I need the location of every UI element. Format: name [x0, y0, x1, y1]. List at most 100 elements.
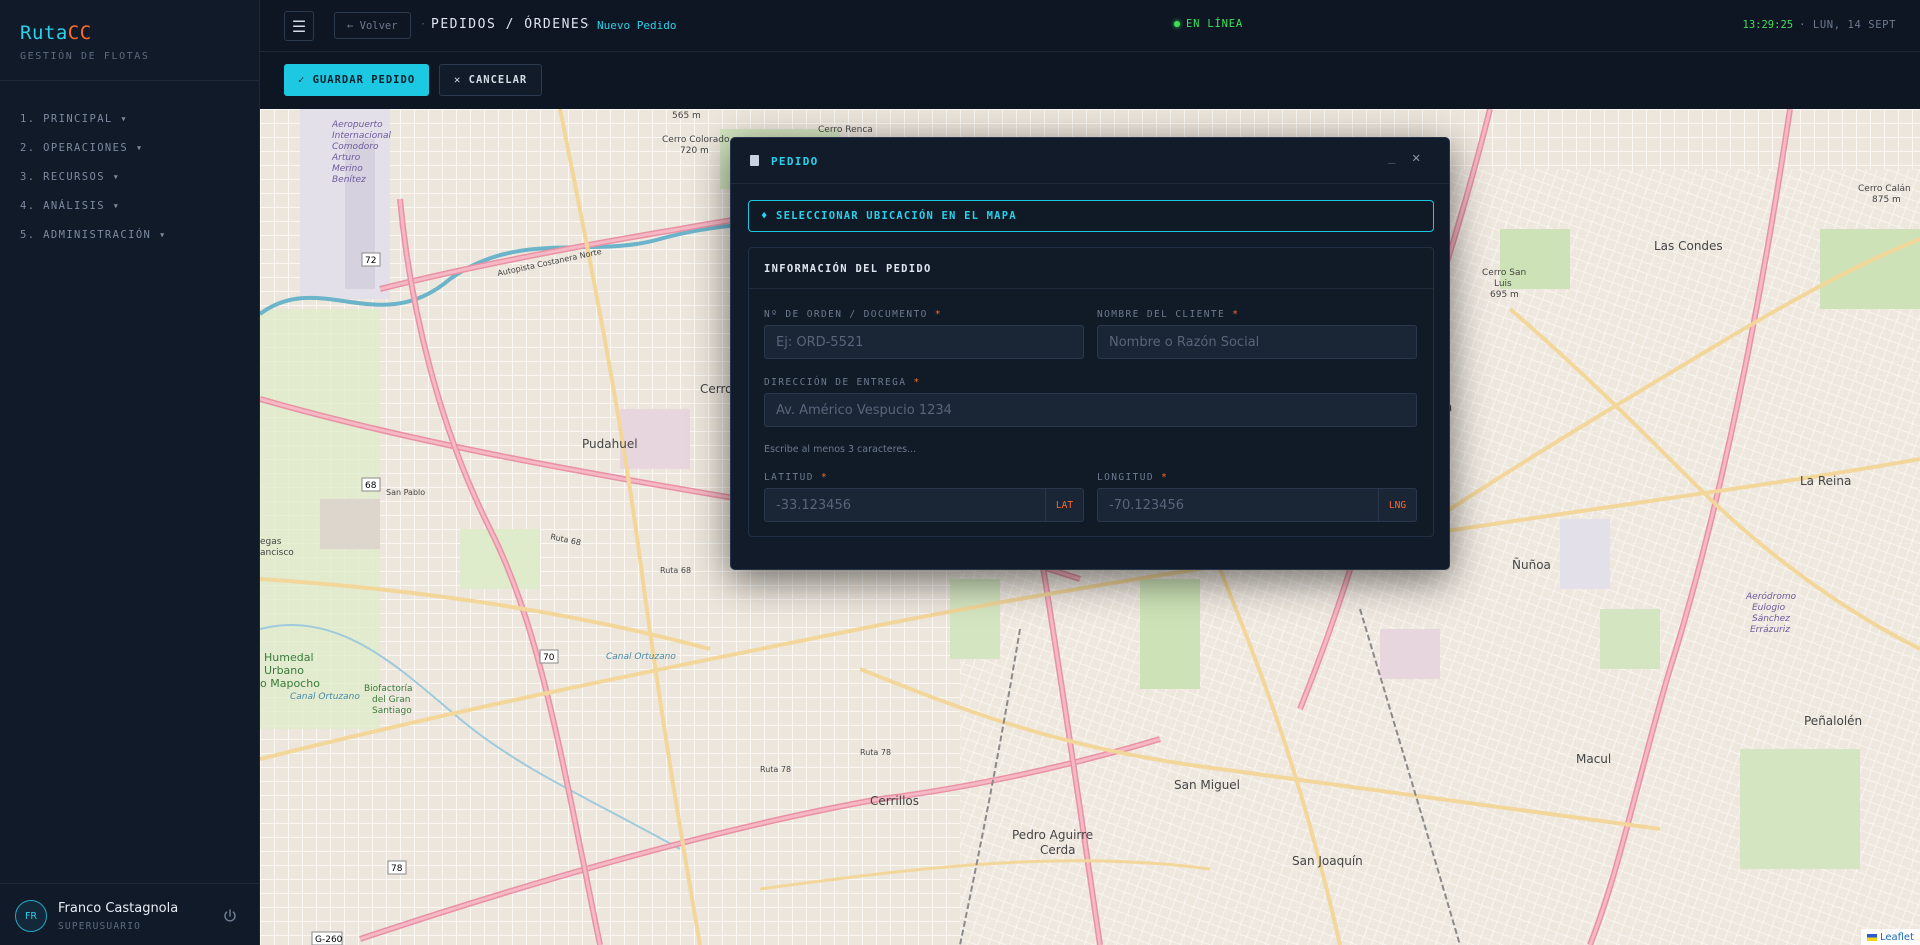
longitude-input[interactable]: -70.123456 LNG — [1097, 488, 1417, 522]
svg-text:Cerro San: Cerro San — [1482, 268, 1526, 278]
save-order-button[interactable]: ✓ GUARDAR PEDIDO — [284, 64, 430, 96]
svg-text:del Gran: del Gran — [372, 695, 411, 705]
clock-date: · LUN, 14 SEPT — [1799, 19, 1896, 31]
attribution-link[interactable]: Leaflet — [1880, 932, 1914, 943]
required-mark: * — [913, 377, 921, 388]
svg-text:o Mapocho: o Mapocho — [260, 677, 320, 690]
svg-text:72: 72 — [365, 256, 376, 266]
power-icon[interactable] — [222, 908, 238, 924]
address-label: DIRECCIÓN DE ENTREGA * — [764, 377, 921, 388]
svg-text:565 m: 565 m — [672, 111, 701, 121]
brand-subtitle: GESTIÓN DE FLOTAS — [20, 51, 150, 62]
svg-text:Eulogio: Eulogio — [1752, 603, 1786, 613]
svg-text:Cerro: Cerro — [700, 382, 733, 396]
breadcrumb-current: Nuevo Pedido — [597, 19, 677, 32]
svg-text:Ruta 78: Ruta 78 — [860, 748, 891, 757]
section-divider — [749, 288, 1433, 289]
status-dot-icon — [1174, 21, 1180, 27]
client-name-label-text: NOMBRE DEL CLIENTE — [1097, 309, 1226, 320]
svg-text:Canal Ortuzano: Canal Ortuzano — [290, 692, 360, 702]
latitude-placeholder: -33.123456 — [776, 497, 851, 513]
svg-text:ancisco: ancisco — [260, 548, 294, 558]
longitude-placeholder: -70.123456 — [1109, 497, 1184, 513]
nav-item-principal[interactable]: 1. PRINCIPAL ▾ — [20, 104, 167, 133]
longitude-label-text: LONGITUD — [1097, 472, 1154, 483]
required-mark: * — [1161, 472, 1169, 483]
svg-text:Urbano: Urbano — [264, 664, 304, 677]
required-mark: * — [934, 309, 942, 320]
order-number-label-text: Nº DE ORDEN / DOCUMENTO — [764, 309, 928, 320]
document-icon — [750, 155, 759, 166]
svg-text:Macul: Macul — [1576, 752, 1611, 766]
svg-text:egas: egas — [260, 537, 282, 547]
svg-text:Arturo: Arturo — [331, 153, 361, 163]
svg-text:Internacional: Internacional — [332, 131, 392, 141]
client-name-input[interactable]: Nombre o Razón Social — [1097, 325, 1417, 359]
svg-text:Peñalolén: Peñalolén — [1804, 714, 1862, 728]
latitude-label: LATITUD * — [764, 472, 828, 483]
user-panel: FR Franco Castagnola SUPERUSUARIO — [0, 883, 259, 945]
svg-text:G-260: G-260 — [315, 935, 343, 945]
nav-item-administracion[interactable]: 5. ADMINISTRACIÓN ▾ — [20, 220, 167, 249]
longitude-label: LONGITUD * — [1097, 472, 1168, 483]
map-attribution[interactable]: Leaflet — [1860, 929, 1920, 945]
top-bar: ☰ ← Volver · PEDIDOS / ÓRDENES › Nuevo P… — [260, 0, 1920, 52]
nav-item-recursos[interactable]: 3. RECURSOS ▾ — [20, 162, 167, 191]
svg-text:Santiago: Santiago — [372, 706, 412, 716]
status-label: EN LÍNEA — [1186, 18, 1243, 30]
svg-text:Comodoro: Comodoro — [332, 142, 379, 152]
breadcrumb-dot: · — [420, 19, 427, 30]
svg-text:Luis: Luis — [1494, 279, 1512, 289]
svg-text:Aeropuerto: Aeropuerto — [331, 120, 383, 130]
svg-text:875 m: 875 m — [1872, 195, 1901, 205]
svg-text:Ruta 78: Ruta 78 — [760, 765, 791, 774]
hamburger-icon: ☰ — [291, 16, 307, 36]
minimize-button[interactable]: _ — [1388, 150, 1395, 164]
section-title: INFORMACIÓN DEL PEDIDO — [764, 263, 932, 275]
sidebar-nav: 1. PRINCIPAL ▾ 2. OPERACIONES ▾ 3. RECUR… — [20, 104, 167, 249]
svg-text:Merino: Merino — [332, 164, 363, 174]
svg-text:Cerro Calán: Cerro Calán — [1858, 184, 1911, 194]
address-label-text: DIRECCIÓN DE ENTREGA — [764, 377, 907, 388]
address-hint: Escribe al menos 3 caracteres... — [764, 444, 917, 455]
svg-text:Humedal: Humedal — [264, 651, 314, 664]
svg-text:La Reina: La Reina — [1800, 474, 1851, 488]
breadcrumb-separator: › — [584, 18, 591, 31]
svg-text:720 m: 720 m — [680, 146, 709, 156]
svg-text:San Pablo: San Pablo — [386, 488, 425, 497]
avatar[interactable]: FR — [15, 900, 47, 932]
menu-toggle-button[interactable]: ☰ — [284, 11, 314, 41]
svg-text:Pudahuel: Pudahuel — [582, 437, 638, 451]
latitude-suffix: LAT — [1045, 489, 1083, 521]
svg-text:Las Condes: Las Condes — [1654, 239, 1723, 253]
order-number-input[interactable]: Ej: ORD-5521 — [764, 325, 1084, 359]
modal-header[interactable]: PEDIDO _ ✕ — [731, 138, 1449, 184]
flag-icon — [1866, 933, 1877, 941]
back-button[interactable]: ← Volver — [334, 12, 411, 39]
client-name-label: NOMBRE DEL CLIENTE * — [1097, 309, 1239, 320]
svg-text:San Miguel: San Miguel — [1174, 778, 1240, 792]
svg-text:Benítez: Benítez — [332, 175, 366, 185]
svg-text:Pedro Aguirre: Pedro Aguirre — [1012, 828, 1093, 842]
brand-accent: CC — [67, 22, 92, 44]
svg-text:Aeródromo: Aeródromo — [1745, 591, 1797, 602]
order-number-label: Nº DE ORDEN / DOCUMENTO * — [764, 309, 942, 320]
svg-text:695 m: 695 m — [1490, 290, 1519, 300]
svg-text:Ñuñoa: Ñuñoa — [1512, 557, 1551, 572]
latitude-input[interactable]: -33.123456 LAT — [764, 488, 1084, 522]
cancel-button[interactable]: ✕ CANCELAR — [439, 64, 543, 96]
close-button[interactable]: ✕ — [1412, 150, 1420, 166]
nav-item-analisis[interactable]: 4. ANÁLISIS ▾ — [20, 191, 167, 220]
select-location-on-map-button[interactable]: ♦ SELECCIONAR UBICACIÓN EN EL MAPA — [748, 200, 1434, 232]
nav-item-operaciones[interactable]: 2. OPERACIONES ▾ — [20, 133, 167, 162]
brand-logo[interactable]: RutaCC — [20, 22, 92, 44]
svg-text:Ruta 68: Ruta 68 — [660, 566, 691, 575]
action-bar: ✓ GUARDAR PEDIDO ✕ CANCELAR — [260, 53, 1920, 109]
order-modal: PEDIDO _ ✕ ♦ SELECCIONAR UBICACIÓN EN EL… — [730, 137, 1450, 570]
address-input[interactable]: Av. Américo Vespucio 1234 — [764, 393, 1417, 427]
sidebar-divider — [0, 80, 259, 81]
svg-text:Errázuriz: Errázuriz — [1750, 625, 1790, 635]
svg-text:San Joaquín: San Joaquín — [1292, 854, 1363, 868]
svg-text:Sánchez: Sánchez — [1752, 614, 1790, 624]
app-root: RutaCC GESTIÓN DE FLOTAS 1. PRINCIPAL ▾ … — [0, 0, 1920, 945]
